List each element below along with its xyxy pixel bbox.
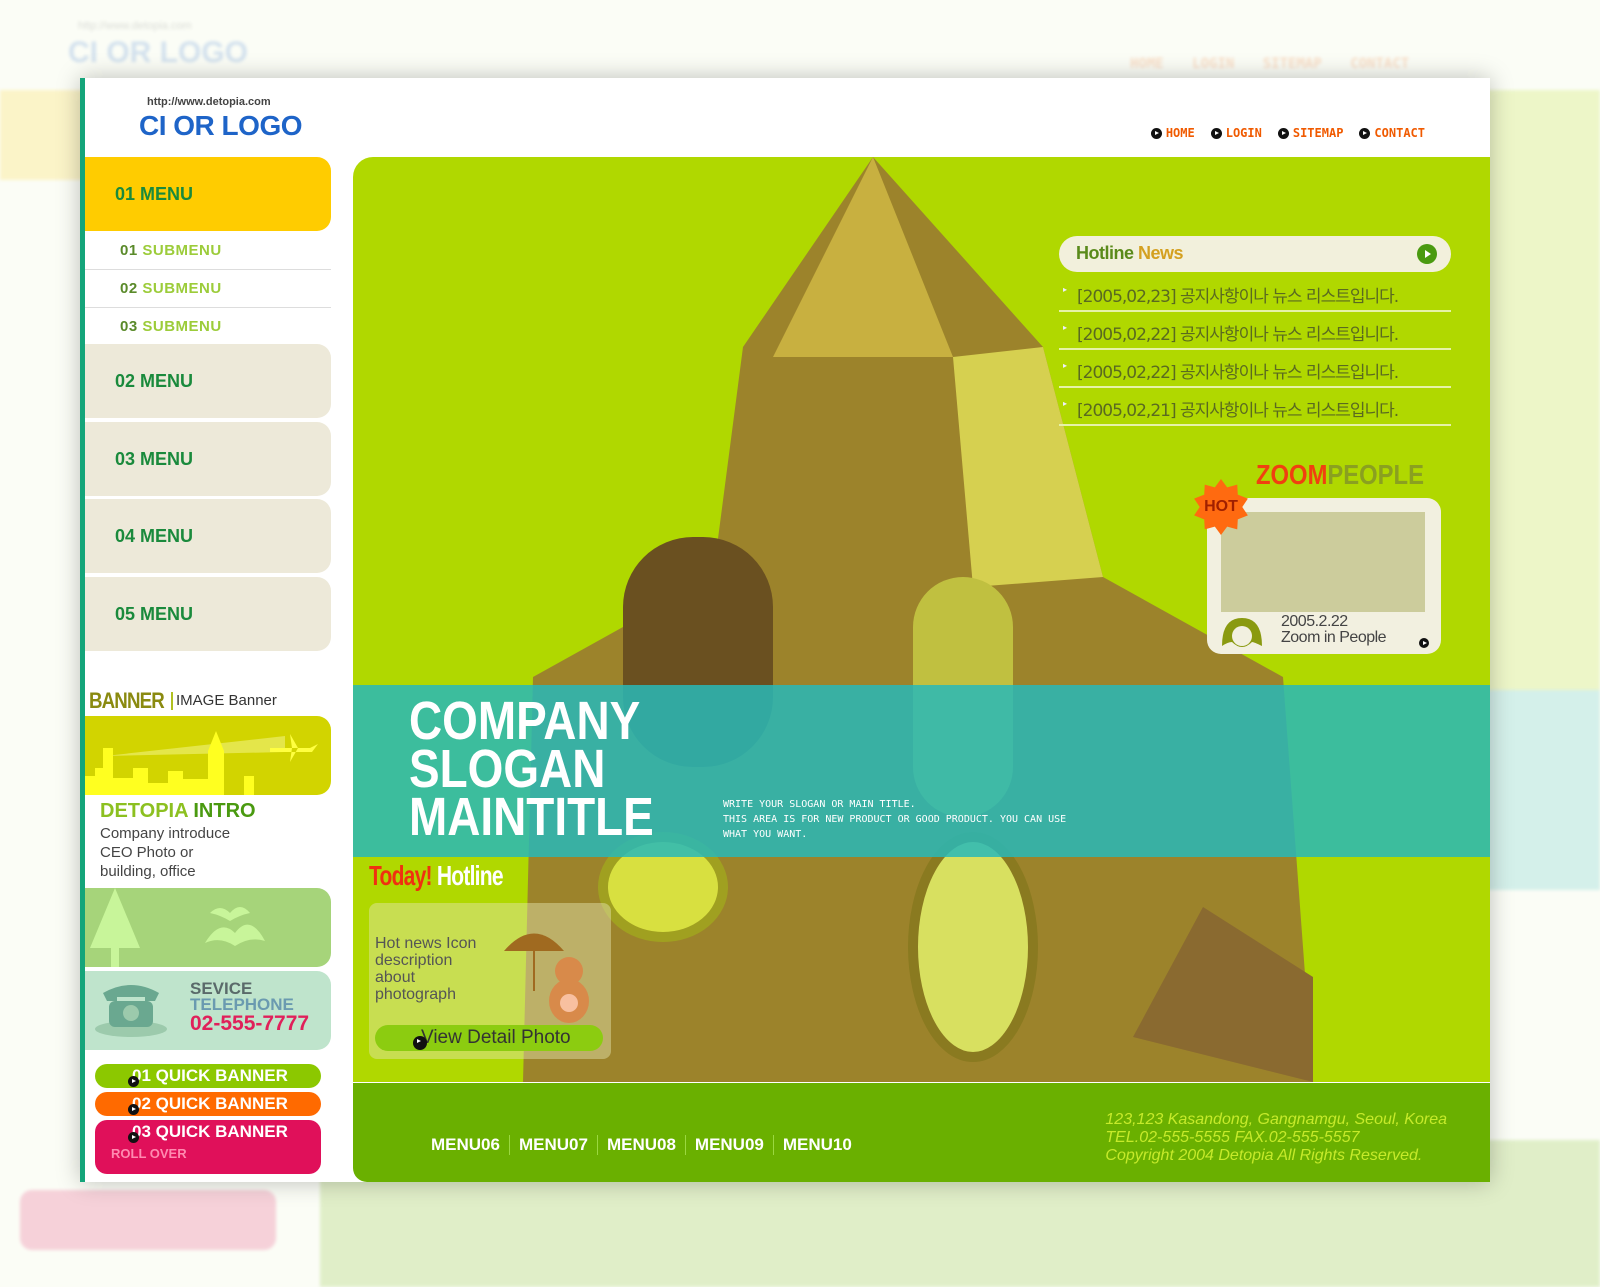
- bullet-icon: [1150, 127, 1162, 139]
- menu-04[interactable]: 04 MENU: [85, 499, 331, 573]
- main-visual: COMPANY SLOGAN MAINTITLE WRITE YOUR SLOGAN…: [353, 157, 1490, 1082]
- roll-over-label: ROLL OVER: [111, 1146, 187, 1161]
- image-banner[interactable]: [85, 716, 331, 795]
- zoom-people-title: ZOOMPEOPLE: [1256, 459, 1424, 490]
- logo[interactable]: CI OR LOGO: [139, 110, 303, 142]
- ghost-url: http://www.detopia.com: [78, 20, 192, 32]
- nav-contact[interactable]: CONTACT: [1359, 126, 1425, 140]
- quick-banner-03[interactable]: 03 QUICK BANNER ROLL OVER: [95, 1120, 321, 1174]
- submenu-01[interactable]: 01 SUBMENU: [85, 232, 331, 270]
- nav-home[interactable]: HOME: [1150, 126, 1195, 140]
- today-hotline-box: Hot news Icon description about photograph …: [369, 903, 611, 1059]
- tree-bat-banner[interactable]: [85, 888, 331, 967]
- view-detail-photo-button[interactable]: View Detail Photo: [375, 1025, 603, 1051]
- nav-login[interactable]: LOGIN: [1210, 126, 1262, 140]
- footer-menu-item[interactable]: MENU10: [774, 1135, 861, 1155]
- news-item[interactable]: [2005,02,22] 공지사항이나 뉴스 리스트입니다.: [1059, 350, 1451, 388]
- divider: [171, 692, 173, 710]
- footer-menu-item[interactable]: MENU08: [598, 1135, 686, 1155]
- submenu-02[interactable]: 02 SUBMENU: [85, 270, 331, 308]
- bullet-icon: [128, 1104, 139, 1115]
- city-plane-illustration: [85, 731, 318, 795]
- site-url[interactable]: http://www.detopia.com: [147, 96, 271, 108]
- hero-description: WRITE YOUR SLOGAN OR MAIN TITLE. THIS ARE…: [723, 799, 1067, 840]
- menu-01[interactable]: 01 MENU: [85, 157, 331, 231]
- top-nav: HOME LOGIN SITEMAP CONTACT: [1150, 126, 1425, 140]
- bear-umbrella-icon: [504, 933, 589, 1023]
- play-icon: [413, 1036, 427, 1050]
- zoom-photo: [1221, 512, 1425, 612]
- menu-03[interactable]: 03 MENU: [85, 422, 331, 496]
- footer-address: 123,123 Kasandong, Gangnamgu, Seoul, Kor…: [1105, 1111, 1447, 1164]
- footer-menu-item[interactable]: MENU09: [686, 1135, 774, 1155]
- zoom-caption: 2005.2.22 Zoom in People: [1281, 613, 1387, 646]
- ghost-logo: CI OR LOGO: [68, 36, 248, 69]
- nav-sitemap[interactable]: SITEMAP: [1277, 126, 1343, 140]
- menu-05[interactable]: 05 MENU: [85, 577, 331, 651]
- news-item[interactable]: [2005,02,22] 공지사항이나 뉴스 리스트입니다.: [1059, 312, 1451, 350]
- service-telephone-banner[interactable]: SEVICE TELEPHONE 02-555-7777: [85, 971, 331, 1050]
- footer: MENU06 MENU07 MENU08 MENU09 MENU10 123,1…: [353, 1083, 1490, 1182]
- more-arrow-icon[interactable]: [1417, 244, 1437, 264]
- tree-bat-illustration: [90, 888, 265, 967]
- zoom-people-card[interactable]: 2005.2.22 Zoom in People: [1207, 498, 1441, 654]
- girl-face-icon: [1222, 618, 1262, 647]
- hotline-news-header[interactable]: Hotline News: [1059, 236, 1451, 272]
- quick-banner-01[interactable]: 01 QUICK BANNER: [95, 1064, 321, 1088]
- more-icon[interactable]: [1419, 638, 1429, 648]
- footer-menu-item[interactable]: MENU06: [431, 1135, 510, 1155]
- footer-menu-item[interactable]: MENU07: [510, 1135, 598, 1155]
- banner-title: BANNER: [89, 688, 165, 713]
- page-card: http://www.detopia.com CI OR LOGO HOME L…: [80, 78, 1490, 1182]
- telephone-icon: [95, 985, 167, 1037]
- news-item[interactable]: [2005,02,21] 공지사항이나 뉴스 리스트입니다.: [1059, 388, 1451, 426]
- telephone-text: SEVICE TELEPHONE 02-555-7777: [190, 979, 310, 1035]
- intro-text: Company introduce CEO Photo or building, o…: [100, 825, 231, 880]
- footer-menu: MENU06 MENU07 MENU08 MENU09 MENU10: [431, 1135, 861, 1155]
- today-description: Hot news Icon description about photograph: [375, 935, 477, 1003]
- today-hotline-title: Today! Hotline: [369, 860, 504, 891]
- bullet-icon: [128, 1076, 139, 1087]
- hero-title: COMPANY SLOGAN MAINTITLE: [409, 691, 654, 847]
- intro-title[interactable]: DETOPIA INTRO: [100, 800, 256, 823]
- bullet-icon: [1210, 127, 1222, 139]
- news-item[interactable]: [2005,02,23] 공지사항이나 뉴스 리스트입니다.: [1059, 274, 1451, 312]
- bullet-icon: [128, 1132, 139, 1143]
- submenu-03[interactable]: 03 SUBMENU: [85, 308, 331, 346]
- quick-banner-02[interactable]: 02 QUICK BANNER: [95, 1092, 321, 1116]
- ghost-nav: HOME LOGIN SITEMAP CONTACT: [1130, 56, 1410, 72]
- banner-subtitle: IMAGE Banner: [176, 692, 277, 709]
- bullet-icon: [1277, 127, 1289, 139]
- menu-02[interactable]: 02 MENU: [85, 344, 331, 418]
- bullet-icon: [1359, 127, 1371, 139]
